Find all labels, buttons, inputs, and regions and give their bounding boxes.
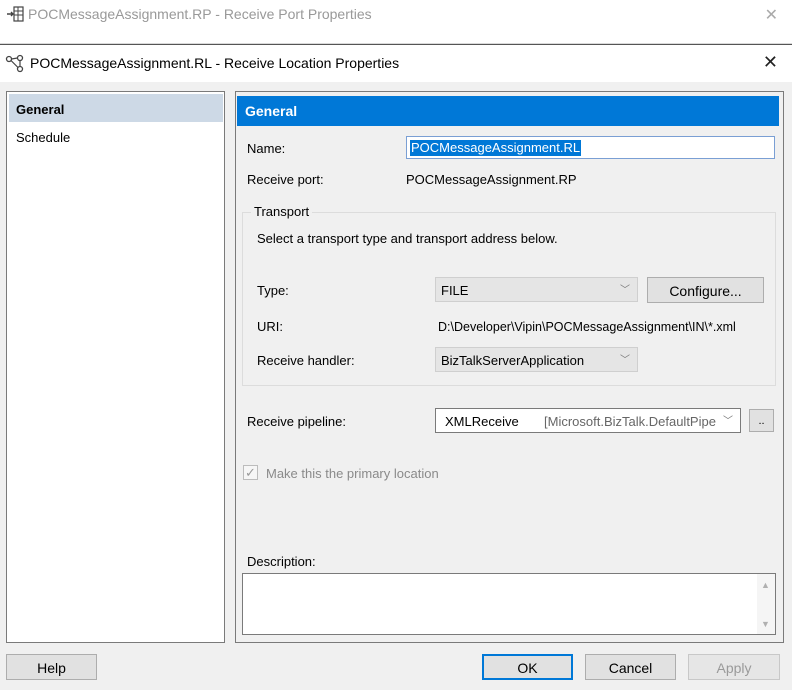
transport-instructions: Select a transport type and transport ad… (257, 231, 558, 246)
type-dropdown-value: FILE (441, 283, 469, 298)
background-window-titlebar: POCMessageAssignment.RP - Receive Port P… (0, 0, 792, 44)
ok-button[interactable]: OK (482, 654, 573, 680)
receive-location-icon (5, 54, 25, 77)
settings-nav: General Schedule (6, 91, 225, 643)
scroll-down-icon[interactable]: ▼ (761, 619, 770, 629)
cancel-button[interactable]: Cancel (585, 654, 676, 680)
nav-item-general[interactable]: General (9, 94, 223, 122)
receive-handler-label: Receive handler: (257, 353, 355, 368)
name-input[interactable]: POCMessageAssignment.RL (406, 136, 775, 159)
chevron-down-icon: ﹀ (723, 416, 733, 427)
close-icon[interactable]: ✕ (763, 52, 778, 73)
description-scrollbar[interactable]: ▲ ▼ (757, 574, 775, 634)
primary-location-label: Make this the primary location (266, 466, 439, 481)
receive-port-label: Receive port: (247, 172, 324, 187)
description-label: Description: (247, 554, 316, 569)
apply-button[interactable]: Apply (688, 654, 780, 680)
nav-item-schedule[interactable]: Schedule (9, 122, 223, 150)
background-window-title: POCMessageAssignment.RP - Receive Port P… (28, 6, 372, 22)
window-titlebar: POCMessageAssignment.RL - Receive Locati… (0, 44, 792, 82)
help-button[interactable]: Help (6, 654, 97, 680)
type-label: Type: (257, 283, 289, 298)
receive-pipeline-assembly: [Microsoft.BizTalk.DefaultPipe (544, 414, 716, 429)
receive-port-icon (6, 5, 24, 26)
name-input-value: POCMessageAssignment.RL (410, 140, 582, 156)
receive-port-value: POCMessageAssignment.RP (406, 172, 577, 187)
chevron-down-icon: ﹀ (620, 285, 630, 296)
receive-pipeline-value: XMLReceive (445, 414, 519, 429)
uri-value: D:\Developer\Vipin\POCMessageAssignment\… (438, 320, 736, 334)
receive-pipeline-label: Receive pipeline: (247, 414, 347, 429)
pipeline-browse-button[interactable]: .. (749, 409, 774, 432)
chevron-down-icon: ﹀ (620, 355, 630, 366)
configure-button[interactable]: Configure... (647, 277, 764, 303)
receive-pipeline-dropdown[interactable]: XMLReceive [Microsoft.BizTalk.DefaultPip… (435, 408, 741, 433)
primary-location-checkbox[interactable]: ✓ (243, 465, 258, 480)
panel-header: General (237, 96, 779, 126)
background-close-icon[interactable]: ✕ (765, 5, 778, 25)
receive-handler-value: BizTalkServerApplication (441, 353, 585, 368)
description-textarea[interactable]: ▲ ▼ (242, 573, 776, 635)
scroll-up-icon[interactable]: ▲ (761, 580, 770, 590)
name-label: Name: (247, 141, 286, 156)
transport-group-title: Transport (251, 204, 313, 219)
type-dropdown[interactable]: FILE ﹀ (435, 277, 638, 302)
window-title: POCMessageAssignment.RL - Receive Locati… (30, 55, 400, 71)
uri-label: URI: (257, 319, 283, 334)
receive-handler-dropdown[interactable]: BizTalkServerApplication ﹀ (435, 347, 638, 372)
